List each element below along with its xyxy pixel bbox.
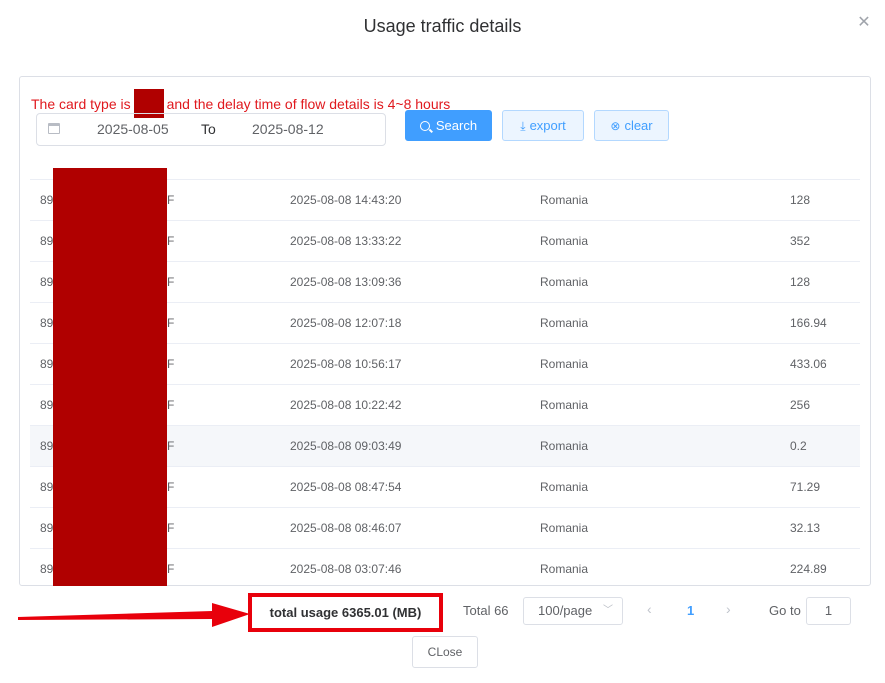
- country: Romania: [540, 439, 589, 453]
- dialog-title: Usage traffic details: [363, 16, 522, 36]
- search-button[interactable]: Search: [405, 110, 492, 141]
- usage-amount: 71.29: [790, 480, 821, 494]
- usage-time: 2025-08-08 10:22:42: [290, 398, 402, 412]
- usage-time: 2025-08-08 09:03:49: [290, 439, 402, 453]
- calendar-icon: [48, 123, 60, 134]
- iccid-prefix: 89: [40, 480, 54, 494]
- iccid-suffix: F: [167, 480, 175, 494]
- export-label: export: [529, 118, 566, 133]
- iccid-prefix: 89: [40, 234, 54, 248]
- chevron-down-icon: ﹀: [603, 605, 613, 616]
- search-icon: [419, 121, 430, 131]
- total-usage-summary: total usage 6365.01 (MB): [248, 593, 443, 632]
- usage-amount: 224.89: [790, 562, 827, 576]
- iccid-suffix: F: [167, 275, 175, 289]
- usage-amount: 433.06: [790, 357, 827, 371]
- end-date[interactable]: 2025-08-12: [252, 121, 324, 137]
- usage-amount: 128: [790, 275, 811, 289]
- next-page-icon[interactable]: ›: [726, 601, 731, 617]
- export-button[interactable]: ⤓ export: [502, 110, 584, 141]
- clear-circle-icon: ⊗: [610, 119, 621, 133]
- redacted-iccid-column: [53, 168, 167, 586]
- usage-time: 2025-08-08 03:07:46: [290, 562, 402, 576]
- usage-amount: 352: [790, 234, 811, 248]
- pagination-total: Total 66: [463, 603, 509, 618]
- iccid-suffix: F: [167, 521, 175, 535]
- usage-amount: 256: [790, 398, 811, 412]
- close-button[interactable]: CLose: [412, 636, 478, 668]
- usage-amount: 128: [790, 193, 811, 207]
- iccid-prefix: 89: [40, 357, 54, 371]
- iccid-suffix: F: [167, 234, 175, 248]
- usage-amount: 32.13: [790, 521, 821, 535]
- iccid-prefix: 89: [40, 193, 54, 207]
- country: Romania: [540, 193, 589, 207]
- iccid-suffix: F: [167, 398, 175, 412]
- iccid-prefix: 89: [40, 275, 54, 289]
- page-size-select[interactable]: 100/page ﹀: [523, 597, 623, 625]
- current-page-number[interactable]: 1: [687, 603, 694, 618]
- country: Romania: [540, 357, 589, 371]
- close-icon[interactable]: ✕: [855, 14, 873, 32]
- range-separator: To: [201, 121, 216, 137]
- usage-time: 2025-08-08 14:43:20: [290, 193, 402, 207]
- usage-time: 2025-08-08 08:47:54: [290, 480, 402, 494]
- date-range-picker[interactable]: 2025-08-05 To 2025-08-12: [36, 113, 386, 146]
- search-label: Search: [435, 118, 478, 133]
- usage-amount: 166.94: [790, 316, 827, 330]
- usage-time: 2025-08-08 12:07:18: [290, 316, 402, 330]
- usage-time: 2025-08-08 13:09:36: [290, 275, 402, 289]
- country: Romania: [540, 562, 589, 576]
- annotation-arrow-icon: [18, 603, 250, 627]
- page-size-value: 100/page: [538, 603, 593, 618]
- usage-time: 2025-08-08 08:46:07: [290, 521, 402, 535]
- iccid-suffix: F: [167, 357, 175, 371]
- country: Romania: [540, 521, 589, 535]
- prev-page-icon[interactable]: ‹: [647, 601, 652, 617]
- usage-time: 2025-08-08 13:33:22: [290, 234, 402, 248]
- goto-page-input[interactable]: 1: [806, 597, 851, 625]
- usage-amount: 0.2: [790, 439, 807, 453]
- download-icon: ⤓: [520, 119, 526, 133]
- iccid-suffix: F: [167, 193, 175, 207]
- iccid-prefix: 89: [40, 316, 54, 330]
- country: Romania: [540, 275, 589, 289]
- iccid-prefix: 89: [40, 398, 54, 412]
- iccid-prefix: 89: [40, 562, 54, 576]
- notice-prefix: The card type is: [31, 96, 131, 112]
- iccid-prefix: 89: [40, 439, 54, 453]
- iccid-prefix: 89: [40, 521, 54, 535]
- country: Romania: [540, 398, 589, 412]
- start-date[interactable]: 2025-08-05: [97, 121, 169, 137]
- iccid-suffix: F: [167, 439, 175, 453]
- country: Romania: [540, 234, 589, 248]
- iccid-suffix: F: [167, 316, 175, 330]
- country: Romania: [540, 480, 589, 494]
- clear-button[interactable]: ⊗ clear: [594, 110, 669, 141]
- goto-label: Go to: [769, 603, 801, 618]
- iccid-suffix: F: [167, 562, 175, 576]
- clear-label: clear: [624, 118, 653, 133]
- usage-time: 2025-08-08 10:56:17: [290, 357, 402, 371]
- country: Romania: [540, 316, 589, 330]
